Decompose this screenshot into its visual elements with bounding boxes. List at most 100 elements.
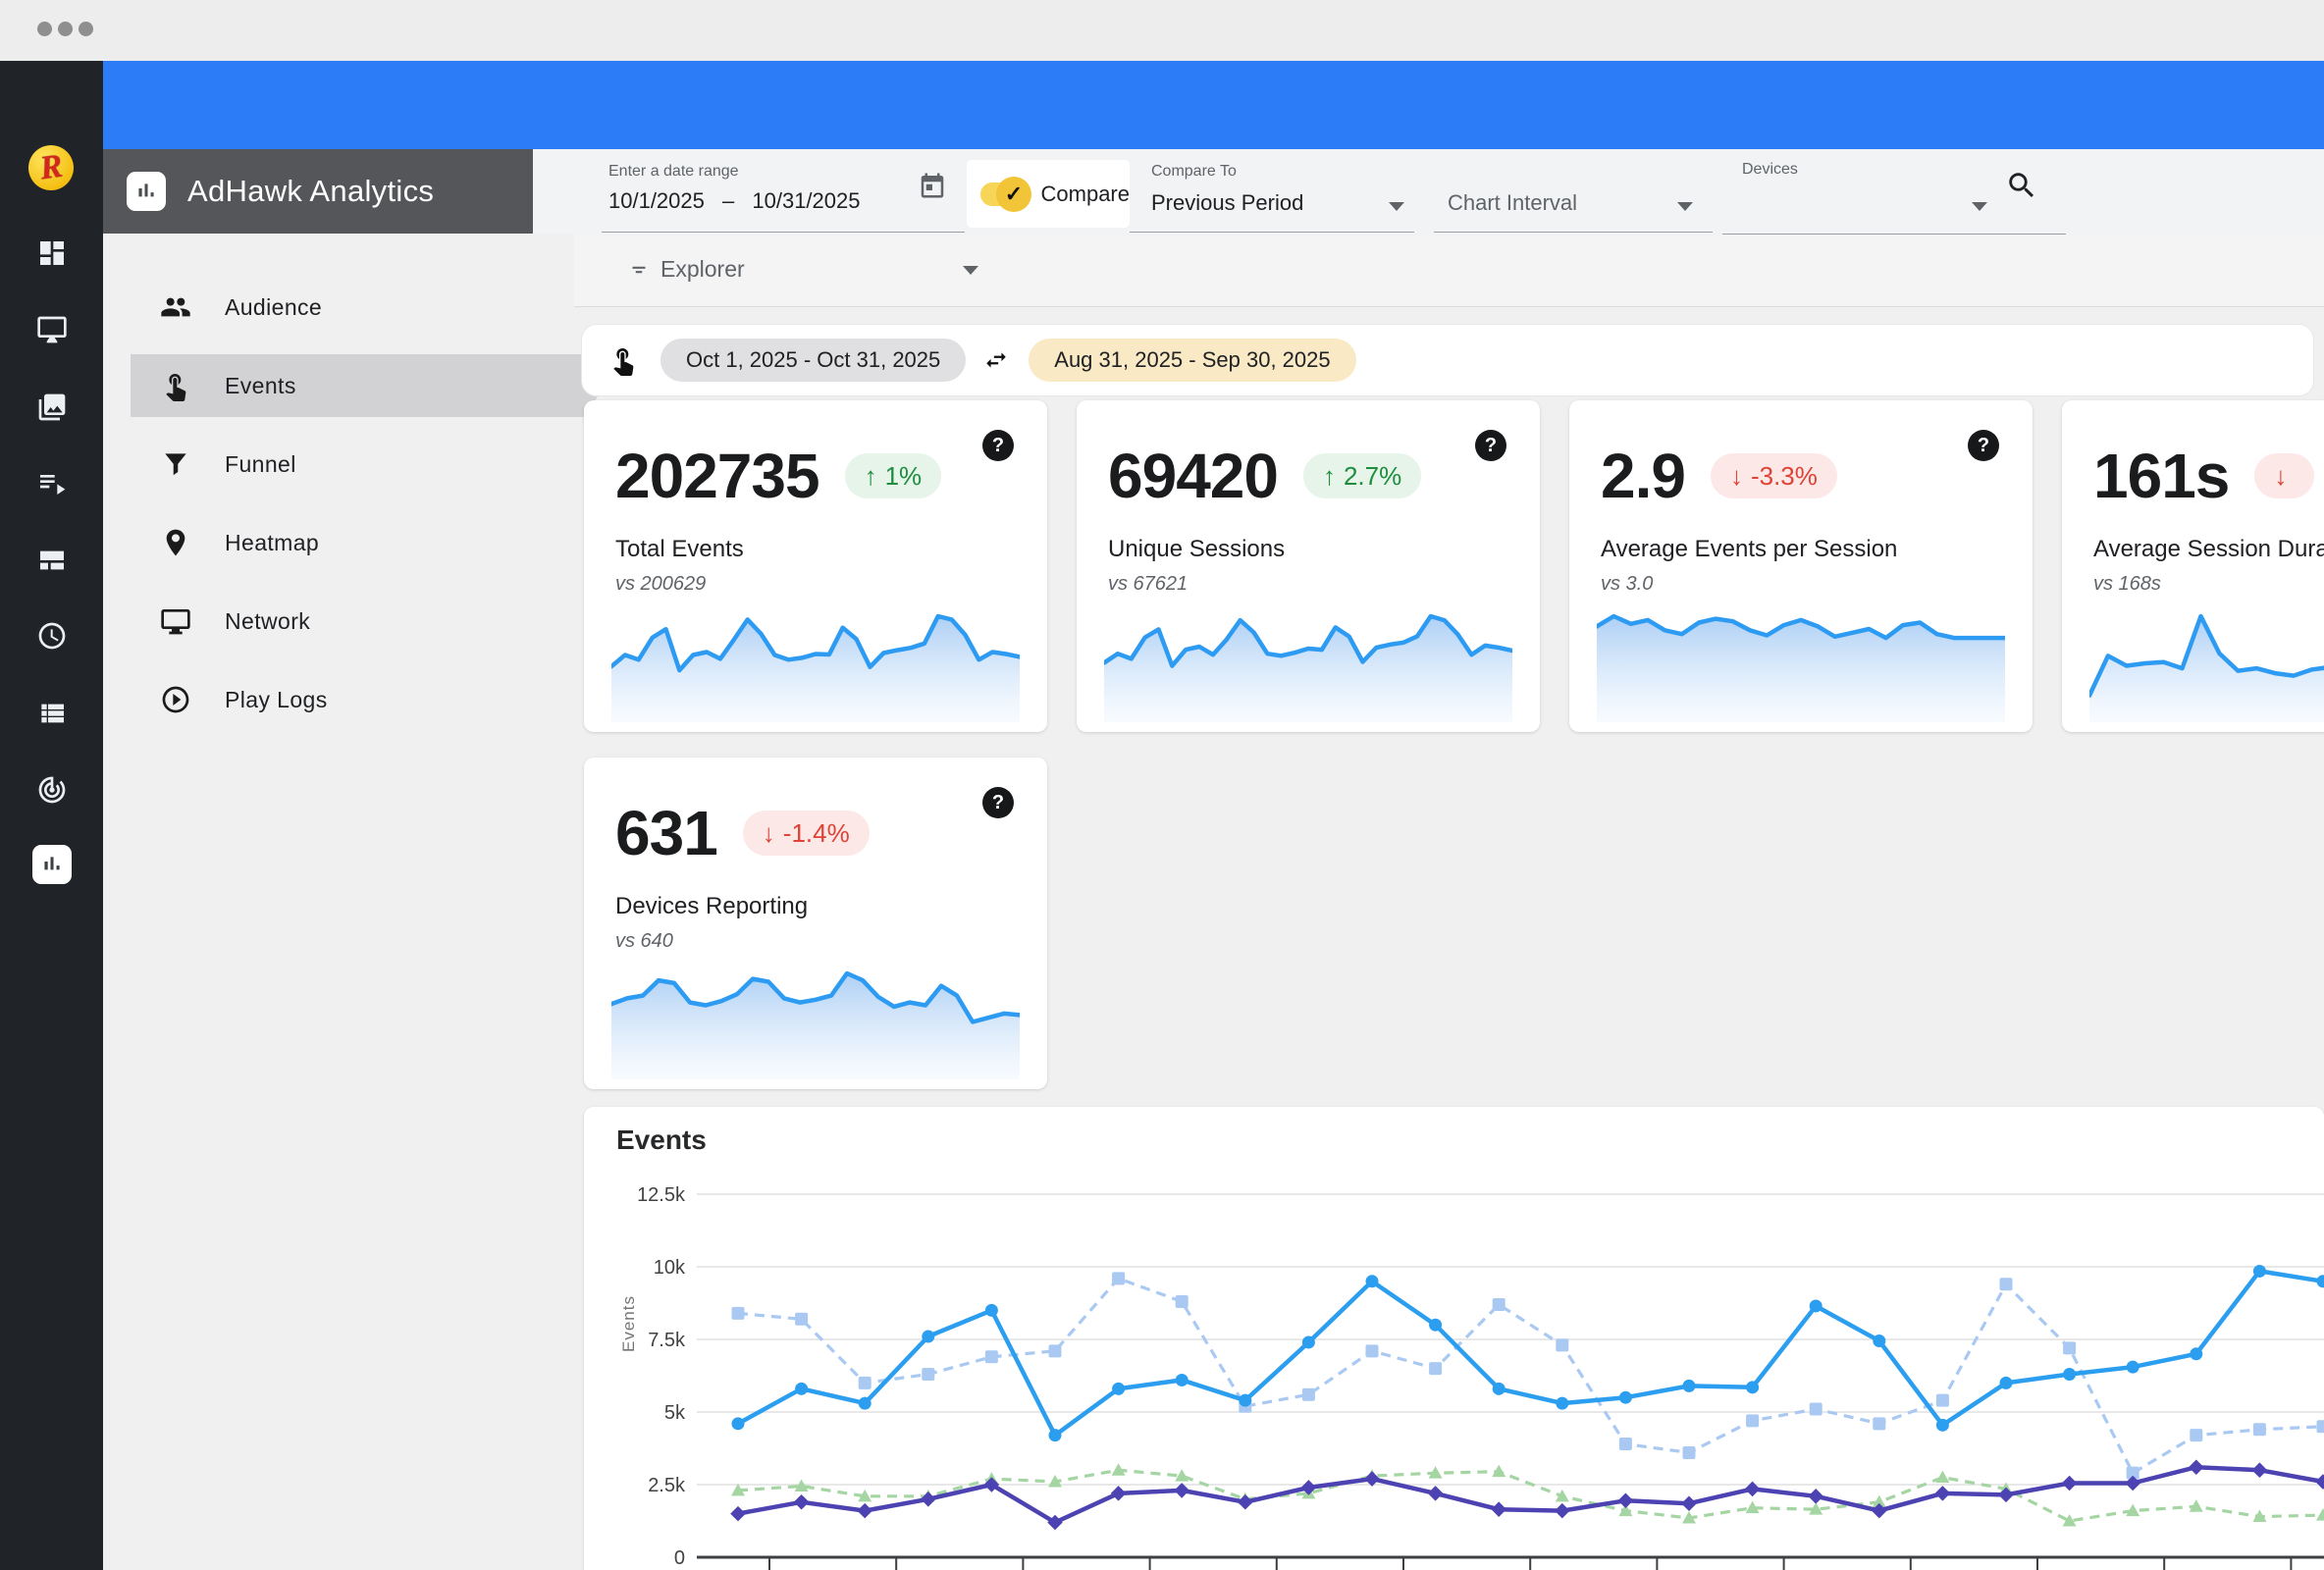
date-end[interactable]: 10/31/2025 <box>752 188 860 213</box>
devices-underline <box>1722 234 2066 235</box>
kpi-vs-value: vs 3.0 <box>1601 573 1653 596</box>
dashboard-icon[interactable] <box>0 232 103 275</box>
comparison-bar: Oct 1, 2025 - Oct 31, 2025 Aug 31, 2025 … <box>581 324 2314 396</box>
kpi-vs-value: vs 168s <box>2093 573 2161 596</box>
window-dot-icon[interactable] <box>79 22 93 36</box>
list-icon[interactable] <box>0 692 103 735</box>
playlist-icon[interactable] <box>0 461 103 504</box>
sidebar-item-label: Audience <box>225 294 322 321</box>
kpi-value: 631 <box>615 797 717 869</box>
sidebar-item-label: Play Logs <box>225 687 328 713</box>
display-icon[interactable] <box>0 308 103 351</box>
kpi-vs-value: vs 640 <box>615 930 673 953</box>
sidebar-item-funnel[interactable]: Funnel <box>103 433 574 496</box>
sidebar-item-heatmap[interactable]: Heatmap <box>103 511 574 574</box>
date-range-underline <box>602 232 965 233</box>
compare-to-label: Compare To <box>1151 163 1237 181</box>
chart-interval-select[interactable]: Chart Interval <box>1448 190 1577 216</box>
compare-toggle[interactable]: ✓ <box>980 182 1028 207</box>
app-window: R AdHawk Analytics Enter a date range 10… <box>0 0 2324 1570</box>
clock-icon[interactable] <box>0 614 103 657</box>
help-icon[interactable]: ? <box>1475 430 1506 461</box>
bar-chart-icon[interactable] <box>0 843 103 886</box>
explorer-select[interactable]: Explorer <box>660 256 745 283</box>
touch-icon <box>607 344 639 376</box>
chevron-down-icon[interactable] <box>1677 202 1693 211</box>
kpi-card-unique-sessions: 69420 ↑2.7% Unique Sessions vs 67621? <box>1077 400 1540 732</box>
kpi-card-devices-reporting: 631 ↓-1.4% Devices Reporting vs 640? <box>584 758 1047 1089</box>
kpi-value: 202735 <box>615 440 819 512</box>
sparkline-chart <box>611 958 1020 1079</box>
kpi-card-average-events-per-session: 2.9↓-3.3%Average Events per Sessionvs 3.… <box>1569 400 2033 732</box>
chevron-down-icon[interactable] <box>1389 202 1404 211</box>
kpi-label: Devices Reporting <box>615 893 808 920</box>
tracking-icon[interactable] <box>0 768 103 811</box>
kpi-card-average-session-duration: 161s↓Average Session Durationvs 168s? <box>2062 400 2324 732</box>
media-library-icon[interactable] <box>0 386 103 429</box>
sparkline-chart <box>1597 601 2005 722</box>
window-dot-icon[interactable] <box>58 22 73 36</box>
kpi-delta: -1.4% <box>783 818 850 849</box>
sparkline-chart <box>2089 601 2324 722</box>
previous-period-chip[interactable]: Aug 31, 2025 - Sep 30, 2025 <box>1029 339 1355 382</box>
sidebar-item-play-logs[interactable]: Play Logs <box>103 668 574 731</box>
events-line-chart[interactable]: 02.5k5k7.5k10k12.5k <box>584 1107 2324 1570</box>
kpi-delta: -3.3% <box>1751 461 1818 492</box>
arrow-up-icon: ↑ <box>865 461 877 492</box>
monitor-icon <box>160 605 191 637</box>
play-circle-icon <box>160 684 191 715</box>
date-range-label: Enter a date range <box>608 163 739 181</box>
help-icon[interactable]: ? <box>982 787 1014 818</box>
compare-to-select[interactable]: Previous Period <box>1151 190 1303 216</box>
compare-toggle-box: ✓ Compare <box>967 160 1130 228</box>
kpi-value: 2.9 <box>1601 440 1685 512</box>
date-start[interactable]: 10/1/2025 <box>608 188 705 213</box>
svg-text:7.5k: 7.5k <box>648 1330 686 1351</box>
svg-text:0: 0 <box>674 1547 685 1569</box>
date-range-input[interactable]: 10/1/2025 – 10/31/2025 <box>608 188 860 214</box>
sidebar-item-events[interactable]: Events <box>131 354 604 417</box>
bar-chart-icon <box>32 845 72 884</box>
window-dot-icon[interactable] <box>37 22 52 36</box>
sparkline-chart <box>611 601 1020 722</box>
sidebar-item-label: Network <box>225 608 310 635</box>
kpi-delta: 1% <box>885 461 923 492</box>
chart-interval-underline <box>1434 232 1713 233</box>
app-title: AdHawk Analytics <box>187 174 434 209</box>
explorer-bar: Explorer <box>533 236 2324 307</box>
funnel-icon <box>160 448 191 480</box>
sparkline-chart <box>1104 601 1512 722</box>
top-accent-bar <box>103 61 2324 149</box>
app-logo[interactable]: R <box>28 145 74 190</box>
kpi-delta-badge: ↓-1.4% <box>743 811 870 856</box>
logo-letter: R <box>37 150 64 186</box>
kpi-delta-badge: ↑2.7% <box>1303 453 1421 498</box>
calendar-icon[interactable] <box>918 171 947 200</box>
toolbar: Enter a date range 10/1/2025 – 10/31/202… <box>533 149 2324 236</box>
help-icon[interactable]: ? <box>982 430 1014 461</box>
chevron-down-icon[interactable] <box>963 266 978 275</box>
kpi-card-total-events: 202735 ↑ 1% Total Events vs 200629? <box>584 400 1047 732</box>
sidebar-item-label: Funnel <box>225 451 296 478</box>
kpi-delta-badge: ↓-3.3% <box>1711 453 1837 498</box>
help-icon[interactable]: ? <box>1968 430 1999 461</box>
kpi-value: 69420 <box>1108 440 1278 512</box>
svg-text:10k: 10k <box>654 1257 686 1279</box>
kpi-vs-value: vs 67621 <box>1108 573 1188 596</box>
sidebar-item-network[interactable]: Network <box>103 590 574 653</box>
kpi-vs-value: vs 200629 <box>615 573 706 596</box>
people-icon <box>160 291 191 323</box>
kpi-label: Unique Sessions <box>1108 536 1285 563</box>
devices-label: Devices <box>1742 161 1798 179</box>
current-period-chip[interactable]: Oct 1, 2025 - Oct 31, 2025 <box>660 339 966 382</box>
layout-panel-icon[interactable] <box>0 539 103 582</box>
sidebar-item-audience[interactable]: Audience <box>103 276 574 339</box>
chevron-down-icon[interactable] <box>1972 202 1987 211</box>
search-icon[interactable] <box>2005 169 2044 208</box>
arrow-up-icon: ↑ <box>1323 461 1336 492</box>
icon-rail: R <box>0 61 103 1570</box>
arrow-down-icon: ↓ <box>2274 461 2287 492</box>
pin-icon <box>160 527 191 558</box>
app-header: AdHawk Analytics <box>103 149 533 234</box>
kpi-label: Total Events <box>615 536 744 563</box>
